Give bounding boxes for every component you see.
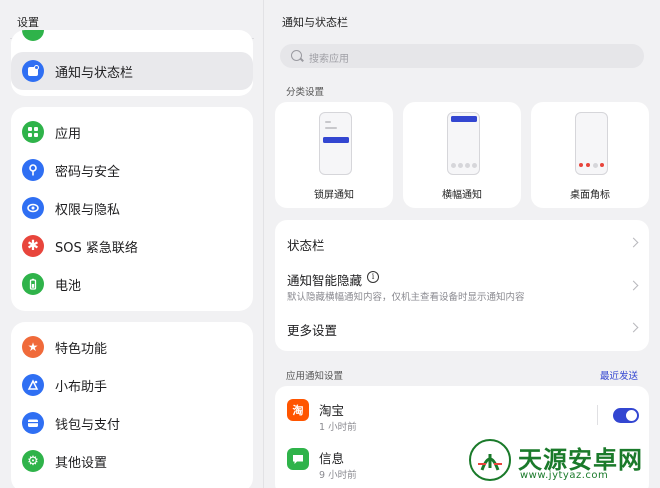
sidebar-item-label: 钱包与支付 xyxy=(55,417,121,433)
banner-preview xyxy=(447,112,480,175)
sidebar-card-group1: 应用 密码与安全 权限与隐私 ✱ SOS 紧急联络 电池 xyxy=(11,107,253,311)
lockscreen-preview xyxy=(319,112,352,175)
banner-notification-option[interactable]: 横幅通知 xyxy=(403,102,521,208)
row-title: 通知智能隐藏 xyxy=(287,273,363,288)
badge-preview xyxy=(575,112,608,175)
more-settings-row[interactable]: 更多设置 xyxy=(275,308,649,350)
sidebar-item-notifications[interactable]: 通知与状态栏 xyxy=(11,52,253,90)
sidebar-item-label: 应用 xyxy=(55,126,82,142)
sidebar-card-top: 通知与状态栏 xyxy=(11,30,253,96)
messages-icon xyxy=(287,448,309,470)
smart-hide-row[interactable]: 通知智能隐藏 i 默认隐藏横幅通知内容，仅机主查看设备时显示通知内容 xyxy=(275,262,649,308)
watermark-url: www.jytyaz.com xyxy=(520,470,609,481)
sidebar-item-features[interactable]: ★ 特色功能 xyxy=(11,328,253,366)
notification-settings-panel: 通知与状态栏 搜索应用 分类设置 锁屏通知 横幅通知 桌面角标 状态栏 通知智能… xyxy=(265,0,660,488)
site-watermark: 天源安卓网 www.jytyaz.com xyxy=(468,436,660,488)
style-caption: 锁屏通知 xyxy=(314,190,354,201)
style-caption: 桌面角标 xyxy=(570,190,610,201)
status-bar-row[interactable]: 状态栏 xyxy=(275,220,649,262)
app-last-time: 1 小时前 xyxy=(319,422,357,433)
sidebar-item-label: SOS 紧急联络 xyxy=(55,240,138,256)
partial-icon xyxy=(22,30,44,41)
sidebar-item-label: 小布助手 xyxy=(55,379,108,395)
sidebar-item-label: 密码与安全 xyxy=(55,164,121,180)
row-title: 更多设置 xyxy=(287,323,338,338)
watermark-logo-icon xyxy=(469,439,511,481)
sidebar-item-sos[interactable]: ✱ SOS 紧急联络 xyxy=(11,227,253,265)
app-name: 淘宝 xyxy=(319,403,345,418)
search-input[interactable]: 搜索应用 xyxy=(280,44,644,68)
sidebar-item-label: 特色功能 xyxy=(55,341,108,357)
app-last-time: 9 小时前 xyxy=(319,470,357,481)
search-icon xyxy=(291,50,302,61)
taobao-notification-toggle[interactable] xyxy=(613,408,639,423)
gear-icon: ⚙ xyxy=(22,450,44,472)
privacy-icon xyxy=(22,197,44,219)
settings-sidebar: 设置 通知与状态栏 应用 密码与安全 权限与隐私 ✱ SOS 紧急联络 电池 ★… xyxy=(0,0,264,488)
wallet-icon xyxy=(22,412,44,434)
settings-list-card: 状态栏 通知智能隐藏 i 默认隐藏横幅通知内容，仅机主查看设备时显示通知内容 更… xyxy=(275,220,649,351)
star-icon: ★ xyxy=(22,336,44,358)
sidebar-title: 设置 xyxy=(17,16,39,29)
sidebar-item-privacy[interactable]: 权限与隐私 xyxy=(11,189,253,227)
app-row-taobao[interactable]: 淘 淘宝 1 小时前 xyxy=(275,386,649,436)
key-icon xyxy=(22,159,44,181)
chevron-right-icon xyxy=(628,280,639,291)
category-label: 分类设置 xyxy=(286,87,325,98)
page-title: 通知与状态栏 xyxy=(282,16,348,29)
sidebar-item-label: 电池 xyxy=(55,278,82,294)
sos-icon: ✱ xyxy=(22,235,44,257)
notification-icon xyxy=(22,60,44,82)
sidebar-card-group2: ★ 特色功能 小布助手 钱包与支付 ⚙ 其他设置 xyxy=(11,322,253,488)
apps-icon xyxy=(22,121,44,143)
row-title: 状态栏 xyxy=(287,238,325,253)
style-caption: 横幅通知 xyxy=(442,190,482,201)
sidebar-item-label: 其他设置 xyxy=(55,455,108,471)
app-notification-label: 应用通知设置 xyxy=(286,371,344,382)
assistant-icon xyxy=(22,374,44,396)
divider xyxy=(597,405,598,425)
sidebar-item-wallet[interactable]: 钱包与支付 xyxy=(11,404,253,442)
preview-banner xyxy=(451,116,477,122)
sidebar-item-other-settings[interactable]: ⚙ 其他设置 xyxy=(11,442,253,480)
preview-banner xyxy=(323,137,349,143)
lockscreen-notification-option[interactable]: 锁屏通知 xyxy=(275,102,393,208)
row-subtitle: 默认隐藏横幅通知内容，仅机主查看设备时显示通知内容 xyxy=(287,292,525,303)
recent-sort-link[interactable]: 最近发送 xyxy=(600,368,638,382)
sidebar-item-label: 通知与状态栏 xyxy=(55,65,134,81)
app-name: 信息 xyxy=(319,451,345,466)
sidebar-item-label: 权限与隐私 xyxy=(55,202,121,218)
search-placeholder: 搜索应用 xyxy=(309,54,349,65)
sidebar-item-apps[interactable]: 应用 xyxy=(11,113,253,151)
battery-icon xyxy=(22,273,44,295)
sidebar-item-password-security[interactable]: 密码与安全 xyxy=(11,151,253,189)
info-icon[interactable]: i xyxy=(367,271,379,283)
chevron-right-icon xyxy=(628,322,639,333)
sidebar-item-assistant[interactable]: 小布助手 xyxy=(11,366,253,404)
taobao-icon: 淘 xyxy=(287,399,309,421)
chevron-right-icon xyxy=(628,237,639,248)
sidebar-item-battery[interactable]: 电池 xyxy=(11,265,253,303)
desktop-badge-option[interactable]: 桌面角标 xyxy=(531,102,649,208)
